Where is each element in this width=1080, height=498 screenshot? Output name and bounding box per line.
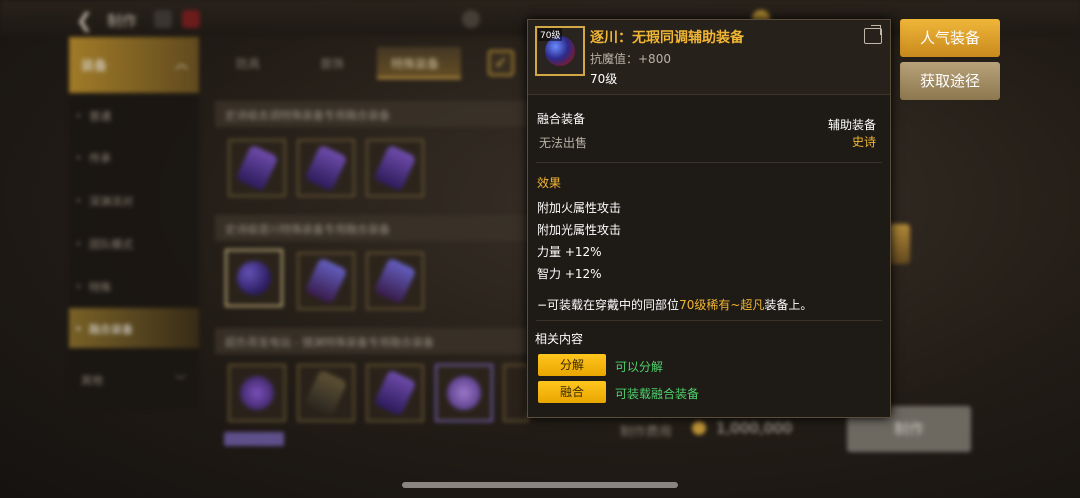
effect-line: 力量 +12% [537, 245, 602, 259]
sidebar-item-fusion[interactable]: 融合装备 [69, 308, 199, 348]
sidebar-item-team[interactable]: 团队模式 [69, 223, 199, 263]
item-slot[interactable] [503, 364, 529, 422]
settings-icon[interactable] [154, 10, 172, 28]
rarity-tag [224, 432, 284, 446]
effect-line: 智力 +12% [537, 267, 602, 281]
item-slot[interactable] [228, 364, 286, 422]
item-icon: 70级 [535, 26, 585, 76]
disassemble-desc: 可以分解 [615, 360, 664, 374]
tab-armor[interactable]: 防具 [236, 55, 260, 72]
share-icon[interactable] [864, 25, 882, 44]
disassemble-button[interactable]: 分解 [538, 354, 606, 376]
tooltip-header: 70级 逐川：无瑕同调辅助装备 抗魔值：+800 70级 [528, 20, 890, 95]
sidebar-item-equipment[interactable]: 装备 ︿ [69, 37, 199, 93]
fuse-desc: 可装载融合装备 [615, 387, 700, 401]
item-type: 融合装备 [537, 112, 586, 126]
sell-status: 无法出售 [539, 136, 588, 150]
item-slot[interactable] [297, 364, 355, 422]
tab-accessory[interactable]: 首饰 [320, 55, 344, 72]
gold-coin-icon [692, 421, 706, 435]
equip-note: −可装载在穿戴中的同部位70级稀有~超凡装备上。 [537, 298, 813, 312]
filter-checkbox[interactable]: ✓ [488, 50, 514, 76]
divider [536, 162, 882, 163]
popular-equipment-button[interactable]: 人气装备 [900, 19, 1000, 57]
item-slot[interactable] [435, 364, 493, 422]
slot-type: 辅助装备 [828, 118, 877, 132]
effect-title: 效果 [537, 176, 562, 190]
page-title: 制作 [107, 12, 138, 30]
sidebar-item-other[interactable]: 其他 ﹀ [69, 359, 199, 399]
level-badge: 70级 [538, 28, 563, 41]
sidebar: 装备 ︿ 普通 传承 深渊派对 团队模式 特殊 融合装备 其他 ﹀ [69, 37, 199, 409]
divider [536, 320, 882, 321]
obtain-method-button[interactable]: 获取途径 [900, 62, 1000, 100]
tab-special-equipment-label: 特殊装备 [391, 57, 440, 71]
currency-icon [462, 10, 480, 28]
item-stat: 抗魔值：+800 [590, 52, 671, 66]
notification-icon[interactable] [182, 10, 200, 28]
cost-value: 1,000,000 [716, 419, 793, 437]
back-arrow-icon[interactable]: ❮ [76, 8, 93, 32]
item-slot[interactable] [366, 252, 424, 310]
sidebar-item-inherit[interactable]: 传承 [69, 137, 199, 177]
sidebar-item-normal[interactable]: 普通 [69, 95, 199, 135]
home-indicator[interactable] [402, 482, 678, 488]
item-name: 逐川：无瑕同调辅助装备 [590, 30, 744, 46]
rarity-label: 史诗 [852, 135, 877, 149]
effect-line: 附加火属性攻击 [537, 201, 622, 215]
fuse-button[interactable]: 融合 [538, 381, 606, 403]
effect-line: 附加光属性攻击 [537, 223, 622, 237]
item-slot[interactable] [366, 364, 424, 422]
item-slot[interactable] [297, 139, 355, 197]
sidebar-item-abyss[interactable]: 深渊派对 [69, 180, 199, 220]
item-slot[interactable] [366, 139, 424, 197]
chevron-up-icon: ︿ [175, 57, 189, 72]
cost-label: 制作费用 [620, 425, 673, 440]
related-title: 相关内容 [535, 332, 584, 346]
item-slot[interactable] [228, 139, 286, 197]
item-tooltip: 70级 逐川：无瑕同调辅助装备 抗魔值：+800 70级 融合装备 无法出售 辅… [527, 19, 891, 418]
item-level: 70级 [590, 72, 618, 86]
chevron-down-icon: ﹀ [175, 374, 186, 387]
sidebar-item-special[interactable]: 特殊 [69, 266, 199, 306]
item-slot-selected[interactable] [225, 249, 283, 307]
item-slot[interactable] [297, 252, 355, 310]
